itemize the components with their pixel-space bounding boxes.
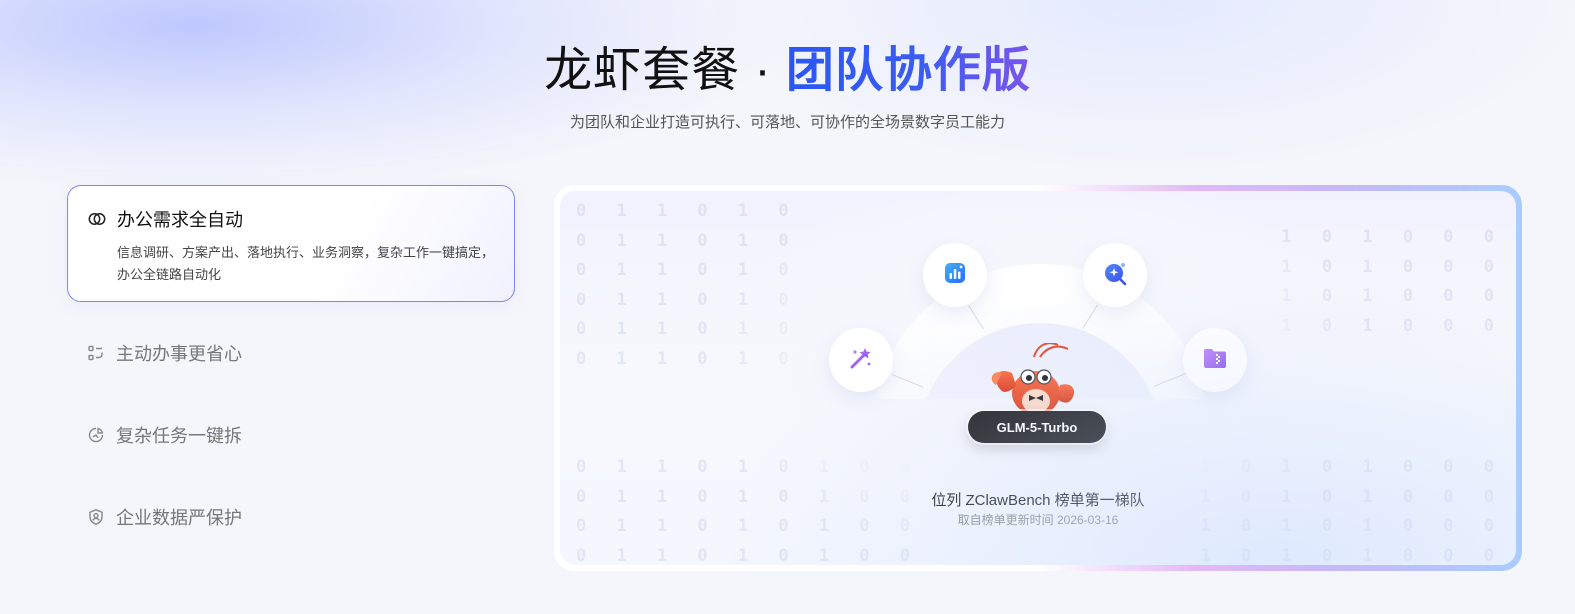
feature-item-security[interactable]: 企业数据严保护	[87, 504, 242, 530]
showcase-inner: 0 1 1 0 1 0 0 1 1 0 1 0 0 1 1 0 1 0 0 1 …	[560, 191, 1516, 565]
magic-wand-icon	[847, 344, 875, 377]
feature-item-proactive[interactable]: 主动办事更省心	[87, 340, 242, 366]
rank-source: 取自榜单更新时间 2026-03-16	[957, 513, 1119, 527]
feature-title: 主动办事更省心	[116, 344, 242, 364]
page-title: 龙虾套餐 · 团队协作版	[0, 30, 1575, 100]
node-chart	[923, 243, 987, 307]
folder-zip-icon	[1201, 344, 1229, 377]
chart-icon	[941, 259, 969, 292]
node-sparkle-search	[1083, 243, 1147, 307]
showcase-panel: 0 1 1 0 1 0 0 1 1 0 1 0 0 1 1 0 1 0 0 1 …	[554, 185, 1522, 571]
model-badge: GLM-5-Turbo	[968, 411, 1106, 443]
feature-card-active[interactable]: 办公需求全自动 信息调研、方案产出、落地执行、业务洞察，复杂工作一键搞定，办公全…	[67, 185, 515, 302]
double-circle-icon	[88, 210, 106, 228]
title-prefix: 龙虾套餐 ·	[544, 44, 786, 97]
workflow-icon	[87, 344, 105, 362]
feature-title: 办公需求全自动	[117, 210, 243, 230]
sparkle-search-icon	[1101, 259, 1129, 292]
shield-user-icon	[87, 508, 105, 526]
title-accent: 团队协作版	[785, 44, 1031, 97]
node-folder-zip	[1183, 328, 1247, 392]
feature-item-split[interactable]: 复杂任务一键拆	[87, 422, 242, 448]
feature-list: 办公需求全自动 信息调研、方案产出、落地执行、业务洞察，复杂工作一键搞定，办公全…	[67, 185, 515, 528]
feature-title: 复杂任务一键拆	[116, 426, 242, 446]
lobster-mascot-icon	[988, 342, 1080, 415]
pie-split-icon	[87, 426, 105, 444]
feature-title: 企业数据严保护	[116, 508, 242, 528]
feature-description: 信息调研、方案产出、落地执行、业务洞察，复杂工作一键搞定，办公全链路自动化	[117, 245, 495, 282]
page-subtitle: 为团队和企业打造可执行、可落地、可协作的全场景数字员工能力	[569, 114, 1005, 131]
rank-text: 位列 ZClawBench 榜单第一梯队	[931, 492, 1145, 509]
node-magic-wand	[829, 328, 893, 392]
